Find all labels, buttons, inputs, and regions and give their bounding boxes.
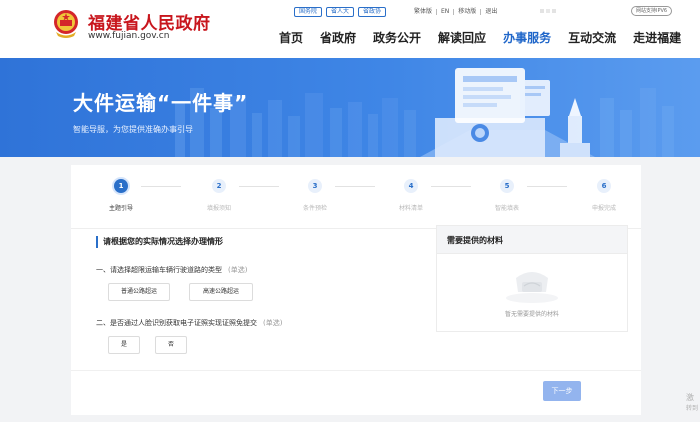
site-domain: www.fujian.gov.cn [88, 31, 170, 41]
top-link-state-council[interactable]: 国务院 [294, 7, 323, 17]
step-connector [141, 186, 181, 187]
utility-links: 繁体版 EN 移动版 退出 [410, 7, 501, 17]
top-links: 国务院 省人大 省政协 [294, 7, 387, 18]
ipv6-badge: 网站支持IPV6 [631, 6, 673, 16]
system-watermark: 激 转到 [686, 392, 698, 414]
site-header: 福建省人民政府 www.fujian.gov.cn 国务院 省人大 省政协 繁体… [0, 0, 700, 58]
nav-interpretation[interactable]: 解读回应 [438, 30, 486, 46]
step-label: 智能填表 [494, 205, 519, 212]
step-label: 材料清单 [398, 205, 423, 212]
step-connector [335, 186, 375, 187]
step-number: 2 [212, 179, 226, 193]
step-connector [527, 186, 567, 187]
step-6[interactable]: 6 申报完成 [574, 179, 634, 213]
section-title: 请根据您的实际情况选择办理情形 [96, 236, 223, 248]
materials-title: 需要提供的材料 [447, 236, 503, 245]
watermark-line-2: 转到 [686, 405, 699, 412]
nav-affairs-disclosure[interactable]: 政务公开 [373, 30, 421, 46]
mobile-link[interactable]: 移动版 [454, 7, 480, 17]
question-text: 二、是否通过人脸识别获取电子证照实现证照免提交 [96, 319, 257, 327]
nav-home[interactable]: 首页 [279, 30, 303, 46]
nav-about-fujian[interactable]: 走进福建 [633, 30, 681, 46]
page: 福建省人民政府 www.fujian.gov.cn 国务院 省人大 省政协 繁体… [0, 0, 700, 422]
option-ordinary-road[interactable]: 普通公路超运 [108, 283, 170, 301]
question-hint: (单选) [263, 319, 283, 327]
question-hint: (单选) [228, 266, 248, 274]
step-label: 填报须知 [206, 205, 231, 212]
step-number: 3 [308, 179, 322, 193]
nav-government[interactable]: 省政府 [320, 30, 356, 46]
step-3[interactable]: 3 条件预检 [285, 179, 345, 213]
banner-title: 大件运输“一件事” [73, 91, 249, 115]
question-face-recognition: 二、是否通过人脸识别获取电子证照实现证照免提交 (单选) [96, 318, 282, 328]
step-connector [239, 186, 279, 187]
service-card: 1 主题引导 2 填报须知 3 条件预检 4 材料清单 5 智能填表 6 申报完… [71, 165, 641, 415]
step-4[interactable]: 4 材料清单 [381, 179, 441, 213]
option-expressway[interactable]: 高速公路超运 [189, 283, 253, 301]
step-number: 6 [597, 179, 611, 193]
banner-subtitle: 智能导服，为您提供准确办事引导 [73, 125, 193, 134]
step-connector [431, 186, 471, 187]
step-number: 4 [404, 179, 418, 193]
step-5[interactable]: 5 智能填表 [477, 179, 537, 213]
step-1[interactable]: 1 主题引导 [91, 179, 151, 213]
hero-banner: 大件运输“一件事” 智能导服，为您提供准确办事引导 [0, 58, 700, 157]
user-area-icon [540, 9, 556, 13]
step-2[interactable]: 2 填报须知 [189, 179, 249, 213]
question-text: 一、请选择超限运输车辆行驶道路的类型 [96, 266, 222, 274]
materials-header: 需要提供的材料 [437, 226, 627, 254]
option-yes[interactable]: 是 [108, 336, 140, 354]
watermark-line-1: 激 [686, 393, 694, 402]
option-no[interactable]: 否 [155, 336, 187, 354]
nav-services[interactable]: 办事服务 [503, 30, 551, 46]
logout-link[interactable]: 退出 [481, 7, 501, 17]
national-emblem-icon [54, 10, 78, 38]
top-link-npc[interactable]: 省人大 [326, 7, 355, 17]
step-label: 条件预检 [302, 205, 327, 212]
english-link[interactable]: EN [437, 7, 453, 17]
step-number: 5 [500, 179, 514, 193]
materials-panel: 需要提供的材料 暂无需要提供的材料 [436, 225, 628, 332]
empty-box-icon [506, 272, 558, 303]
divider [71, 370, 641, 371]
step-label: 主题引导 [108, 205, 133, 212]
nav-interaction[interactable]: 互动交流 [568, 30, 616, 46]
question-road-type: 一、请选择超限运输车辆行驶道路的类型 (单选) [96, 265, 247, 275]
next-step-button[interactable]: 下一步 [543, 381, 581, 401]
step-number: 1 [114, 179, 128, 193]
top-link-cppcc[interactable]: 省政协 [358, 7, 387, 17]
traditional-chinese-link[interactable]: 繁体版 [410, 7, 436, 17]
main-nav: 首页 省政府 政务公开 解读回应 办事服务 互动交流 走进福建 [279, 30, 698, 46]
materials-empty-text: 暂无需要提供的材料 [504, 311, 559, 318]
step-label: 申报完成 [591, 205, 616, 212]
